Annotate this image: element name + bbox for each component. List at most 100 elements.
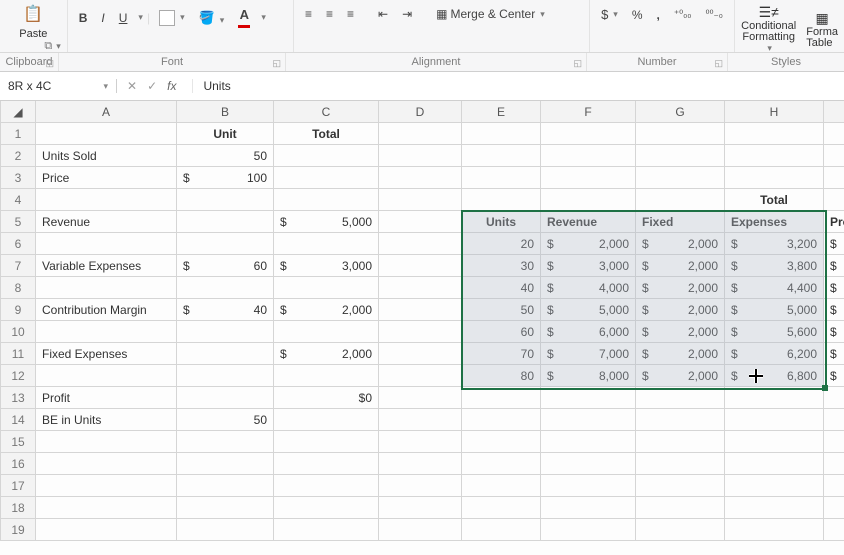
cell[interactable]: $- [824, 299, 844, 321]
cell[interactable]: BE in Units [36, 409, 177, 431]
cell[interactable] [379, 233, 462, 255]
cell[interactable]: $3,000 [274, 255, 379, 277]
cell[interactable]: $2,000 [636, 277, 725, 299]
cell[interactable] [541, 475, 636, 497]
cell[interactable] [177, 387, 274, 409]
cell[interactable] [824, 189, 844, 211]
row-header[interactable]: 1 [1, 123, 36, 145]
cell[interactable] [379, 255, 462, 277]
cell[interactable] [379, 211, 462, 233]
cell[interactable]: Revenue [36, 211, 177, 233]
cell[interactable] [379, 519, 462, 541]
cell[interactable] [462, 145, 541, 167]
cell[interactable]: $2,000 [636, 343, 725, 365]
decrease-decimal-button[interactable]: ⁰⁰₋₀ [700, 6, 727, 23]
cell[interactable] [274, 233, 379, 255]
cell[interactable]: $(1,200) [824, 233, 844, 255]
cell[interactable] [177, 233, 274, 255]
col-header-A[interactable]: A [36, 101, 177, 123]
cell[interactable] [274, 519, 379, 541]
increase-indent-button[interactable]: ⇥ [397, 4, 417, 24]
cell[interactable]: 50 [177, 145, 274, 167]
cell[interactable] [725, 497, 824, 519]
row-header[interactable]: 10 [1, 321, 36, 343]
cell[interactable]: $(400) [824, 277, 844, 299]
cell[interactable] [636, 145, 725, 167]
cell[interactable] [541, 123, 636, 145]
cell[interactable]: $5,000 [541, 299, 636, 321]
cell[interactable]: 40 [462, 277, 541, 299]
cell[interactable]: Variable Expenses [36, 255, 177, 277]
copy-icon[interactable]: ⧉ [44, 40, 52, 53]
enter-icon[interactable]: ✓ [147, 79, 157, 93]
cell[interactable]: $400 [824, 321, 844, 343]
cell[interactable] [379, 497, 462, 519]
col-header-E[interactable]: E [462, 101, 541, 123]
cell[interactable] [274, 365, 379, 387]
row-header[interactable]: 14 [1, 409, 36, 431]
cell[interactable] [636, 519, 725, 541]
row-header[interactable]: 9 [1, 299, 36, 321]
cell[interactable]: Fixed [636, 211, 725, 233]
row-header[interactable]: 18 [1, 497, 36, 519]
cell[interactable] [824, 497, 844, 519]
cell[interactable]: $100 [177, 167, 274, 189]
cell[interactable] [824, 519, 844, 541]
cell[interactable] [824, 167, 844, 189]
cell[interactable] [36, 453, 177, 475]
italic-button[interactable]: I [96, 8, 109, 28]
cell[interactable] [379, 343, 462, 365]
cell[interactable] [462, 189, 541, 211]
cell[interactable]: 20 [462, 233, 541, 255]
cell[interactable]: 60 [462, 321, 541, 343]
percent-button[interactable]: % [627, 5, 648, 25]
cell[interactable]: 50 [462, 299, 541, 321]
cell[interactable] [636, 431, 725, 453]
cell[interactable] [636, 189, 725, 211]
row-header[interactable]: 11 [1, 343, 36, 365]
cell[interactable] [177, 277, 274, 299]
col-header-H[interactable]: H [725, 101, 824, 123]
align-right-button[interactable]: ≡ [342, 4, 359, 24]
cell[interactable] [636, 387, 725, 409]
paste-button[interactable]: Paste [19, 28, 47, 40]
cell[interactable] [725, 409, 824, 431]
cell[interactable] [541, 497, 636, 519]
merge-center-button[interactable]: ▦ Merge & Center ▾ [431, 4, 550, 24]
cell[interactable] [177, 365, 274, 387]
cell[interactable] [636, 123, 725, 145]
row-header[interactable]: 13 [1, 387, 36, 409]
cell[interactable] [379, 167, 462, 189]
accounting-format-button[interactable]: $ ▾ [596, 4, 623, 25]
cell[interactable]: Total [725, 189, 824, 211]
cell[interactable]: $8,000 [541, 365, 636, 387]
cell[interactable] [177, 497, 274, 519]
cell[interactable]: $3,200 [725, 233, 824, 255]
cell[interactable] [541, 519, 636, 541]
conditional-formatting-button[interactable]: ConditionalFormatting ▾ [741, 21, 796, 54]
row-header[interactable]: 3 [1, 167, 36, 189]
cell[interactable] [274, 167, 379, 189]
cell[interactable]: Fixed Expenses [36, 343, 177, 365]
cell[interactable] [379, 299, 462, 321]
cell[interactable] [725, 519, 824, 541]
name-box-dropdown[interactable]: ▾ [103, 81, 108, 92]
cell[interactable] [541, 431, 636, 453]
cell[interactable]: $1,200 [824, 365, 844, 387]
cell[interactable]: $2,000 [274, 299, 379, 321]
cell[interactable]: $(800) [824, 255, 844, 277]
cell[interactable] [379, 453, 462, 475]
cell[interactable] [725, 431, 824, 453]
cell[interactable] [824, 453, 844, 475]
cell[interactable]: $3,000 [541, 255, 636, 277]
cell[interactable]: $800 [824, 343, 844, 365]
cell[interactable]: $2,000 [636, 321, 725, 343]
fx-button[interactable]: fx [167, 79, 176, 93]
paste-icon[interactable]: 📋 [23, 4, 43, 24]
formula-input[interactable]: Units [193, 79, 844, 93]
cell[interactable]: $5,000 [725, 299, 824, 321]
cell[interactable] [36, 123, 177, 145]
cell[interactable]: Total [274, 123, 379, 145]
cell[interactable] [274, 475, 379, 497]
cell[interactable] [379, 387, 462, 409]
